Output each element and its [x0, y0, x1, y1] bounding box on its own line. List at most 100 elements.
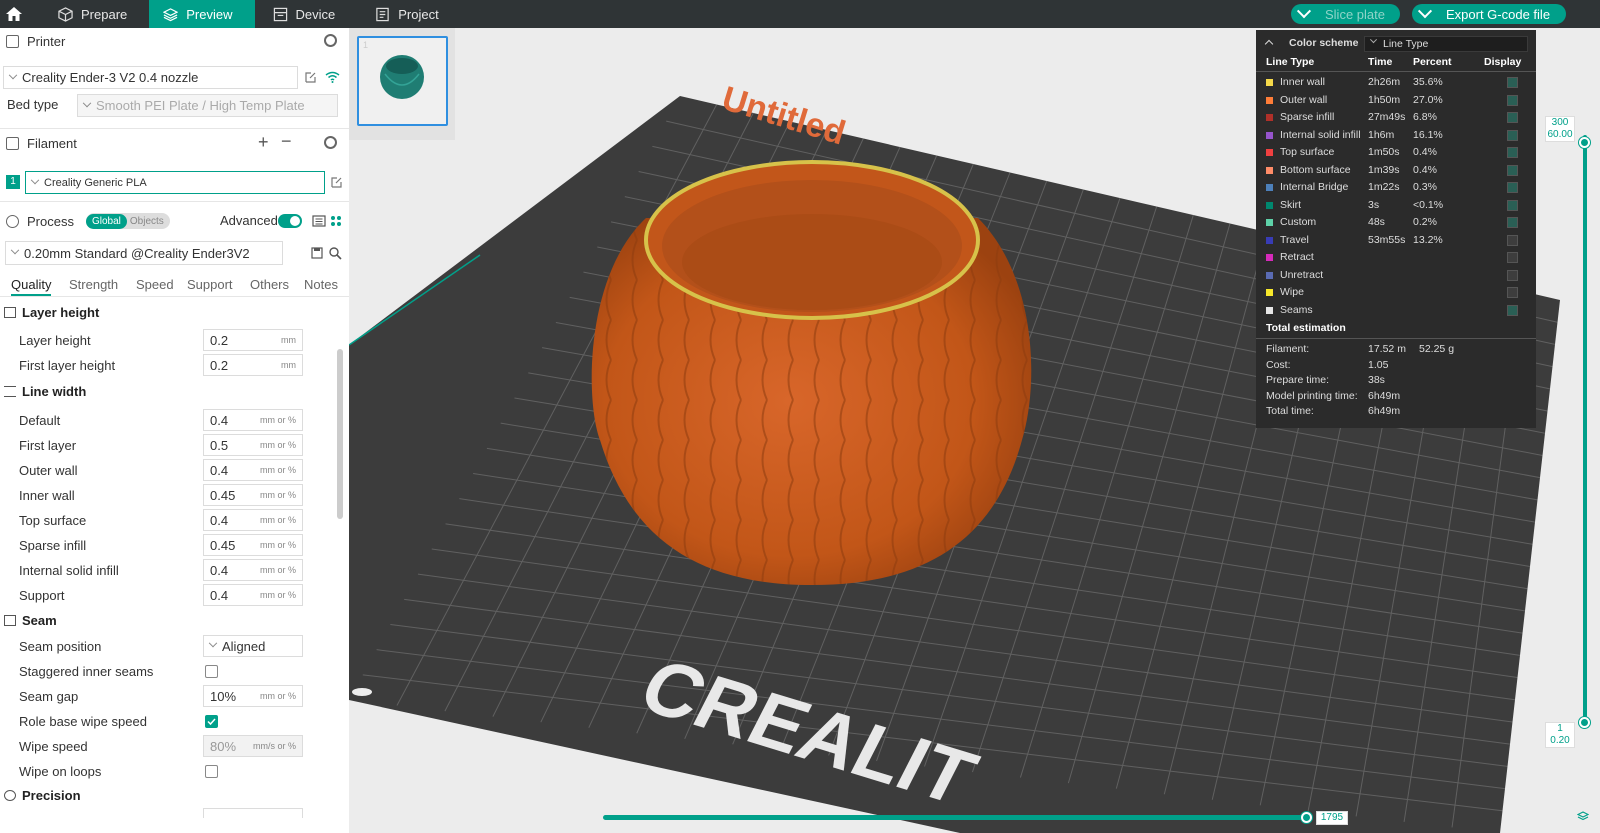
bed-type-select[interactable]: Smooth PEI Plate / High Temp Plate	[77, 94, 338, 117]
tab-project[interactable]: Project	[361, 0, 460, 28]
display-checkbox[interactable]	[1507, 269, 1518, 281]
slice-plate-button[interactable]: Slice plate	[1291, 4, 1400, 24]
legend-row[interactable]: Unretract	[1256, 267, 1536, 284]
display-checkbox[interactable]	[1507, 164, 1518, 176]
display-checkbox[interactable]	[1507, 112, 1518, 123]
tab-strength[interactable]: Strength	[69, 277, 118, 292]
staggered-checkbox[interactable]	[205, 664, 218, 678]
edit-icon[interactable]	[304, 71, 317, 84]
save-icon[interactable]	[311, 247, 323, 259]
list-icon[interactable]	[312, 215, 326, 227]
gcode-move-slider[interactable]	[603, 815, 1307, 820]
setting-line-width-row: Sparse infill 0.45 mm or %	[0, 533, 330, 557]
display-checkbox[interactable]	[1507, 252, 1518, 263]
line-type-percent: 0.4%	[1413, 146, 1437, 158]
filament-settings-gear-icon[interactable]	[324, 136, 337, 149]
add-filament-icon[interactable]: +	[258, 132, 269, 153]
display-checkbox[interactable]	[1507, 199, 1518, 211]
edit-icon[interactable]	[330, 176, 343, 189]
layer-range-slider[interactable]	[1583, 135, 1587, 725]
tab-quality[interactable]: Quality	[11, 277, 52, 296]
collapse-legend-icon[interactable]	[1264, 38, 1277, 49]
legend-row[interactable]: Travel 53m55s 13.2%	[1256, 232, 1536, 249]
display-checkbox[interactable]	[1507, 217, 1518, 228]
process-preset-select[interactable]: 0.20mm Standard @Creality Ender3V2	[5, 241, 283, 265]
wipe-speed-input[interactable]: 80% mm/s or %	[203, 735, 303, 757]
setting-line-width-row: Support 0.4 mm or %	[0, 583, 330, 607]
tab-speed[interactable]: Speed	[136, 277, 174, 292]
chevron-down-icon	[82, 98, 92, 107]
header-time: Time	[1368, 56, 1393, 68]
line-width-input[interactable]: 0.5 mm or %	[203, 434, 303, 456]
tab-notes[interactable]: Notes	[304, 277, 338, 292]
line-width-input[interactable]: 0.4 mm or %	[203, 459, 303, 481]
legend-row[interactable]: Seams	[1256, 302, 1536, 319]
filament-select[interactable]: Creality Generic PLA	[25, 171, 325, 194]
line-width-input[interactable]: 0.4 mm or %	[203, 584, 303, 606]
global-objects-toggle[interactable]: Global Objects	[86, 213, 170, 229]
display-checkbox[interactable]	[1507, 77, 1518, 88]
color-scheme-select[interactable]: Line Type	[1364, 36, 1528, 52]
move-slider-knob[interactable]	[1301, 812, 1312, 823]
legend-row[interactable]: Sparse infill 27m49s 6.8%	[1256, 109, 1536, 126]
tab-support[interactable]: Support	[187, 277, 233, 292]
line-width-input[interactable]: 0.4 mm or %	[203, 509, 303, 531]
filament-name: Creality Generic PLA	[44, 176, 147, 189]
legend-row[interactable]: Custom 48s 0.2%	[1256, 214, 1536, 231]
plate-thumbnail[interactable]: 1	[357, 36, 448, 126]
setting-layer-height: Layer height 0.2 mm	[0, 328, 330, 352]
advanced-switch[interactable]	[278, 214, 302, 228]
total-row: Prepare time: 38s	[1256, 372, 1536, 389]
legend-row[interactable]: Bottom surface 1m39s 0.4%	[1256, 162, 1536, 179]
legend-row[interactable]: Retract	[1256, 249, 1536, 266]
total-label: Total time:	[1266, 405, 1314, 418]
layers-icon[interactable]	[1577, 811, 1589, 821]
role-base-wipe-checkbox[interactable]	[205, 714, 218, 728]
tab-prepare[interactable]: Prepare	[44, 0, 149, 28]
settings-scrollbar[interactable]	[337, 349, 343, 519]
layer-slider-bottom-knob[interactable]	[1579, 717, 1590, 728]
display-checkbox[interactable]	[1507, 287, 1518, 298]
seam-position-select[interactable]: Aligned	[203, 635, 303, 657]
display-checkbox[interactable]	[1507, 94, 1518, 106]
seam-gap-input[interactable]: 10% mm or %	[203, 685, 303, 707]
display-checkbox[interactable]	[1507, 182, 1518, 193]
display-checkbox[interactable]	[1507, 129, 1518, 141]
first-layer-height-input[interactable]: 0.2 mm	[203, 354, 303, 376]
line-width-input[interactable]: 0.4 mm or %	[203, 559, 303, 581]
display-checkbox[interactable]	[1507, 304, 1518, 316]
display-checkbox[interactable]	[1507, 147, 1518, 158]
line-width-input[interactable]: 0.45 mm or %	[203, 484, 303, 506]
setting-line-width-row: First layer 0.5 mm or %	[0, 433, 330, 457]
group-title: Layer height	[22, 305, 100, 320]
legend-row[interactable]: Inner wall 2h26m 35.6%	[1256, 74, 1536, 91]
compare-icon[interactable]	[330, 215, 342, 227]
legend-row[interactable]: Internal solid infill 1h6m 16.1%	[1256, 127, 1536, 144]
legend-row[interactable]: Outer wall 1h50m 27.0%	[1256, 92, 1536, 109]
legend-row[interactable]: Wipe	[1256, 284, 1536, 301]
wifi-icon[interactable]	[325, 71, 340, 83]
legend-row[interactable]: Top surface 1m50s 0.4%	[1256, 144, 1536, 161]
tab-device[interactable]: Device	[259, 0, 358, 28]
remove-filament-icon[interactable]: −	[281, 131, 292, 152]
wipe-on-loops-checkbox[interactable]	[205, 764, 218, 778]
home-icon[interactable]	[0, 0, 28, 28]
layer-height-input[interactable]: 0.2 mm	[203, 329, 303, 351]
printer-settings-gear-icon[interactable]	[324, 34, 337, 47]
export-gcode-button[interactable]: Export G-code file	[1412, 4, 1566, 24]
color-swatch	[1266, 149, 1273, 156]
toggle-objects[interactable]: Objects	[127, 216, 164, 227]
layer-slider-top-knob[interactable]	[1579, 137, 1590, 148]
tab-others[interactable]: Others	[250, 277, 289, 292]
tab-preview[interactable]: Preview	[149, 0, 255, 28]
display-checkbox[interactable]	[1507, 234, 1518, 246]
line-width-input[interactable]: 0.45 mm or %	[203, 534, 303, 556]
printer-select[interactable]: Creality Ender-3 V2 0.4 nozzle	[3, 66, 298, 89]
line-width-input[interactable]: 0.4 mm or %	[203, 409, 303, 431]
toggle-global[interactable]: Global	[86, 213, 127, 229]
legend-row[interactable]: Skirt 3s <0.1%	[1256, 197, 1536, 214]
filament-slot-badge[interactable]: 1	[6, 175, 20, 189]
legend-row[interactable]: Internal Bridge 1m22s 0.3%	[1256, 179, 1536, 196]
search-icon[interactable]	[329, 247, 342, 260]
top-layer-height: 60.00	[1547, 129, 1573, 140]
